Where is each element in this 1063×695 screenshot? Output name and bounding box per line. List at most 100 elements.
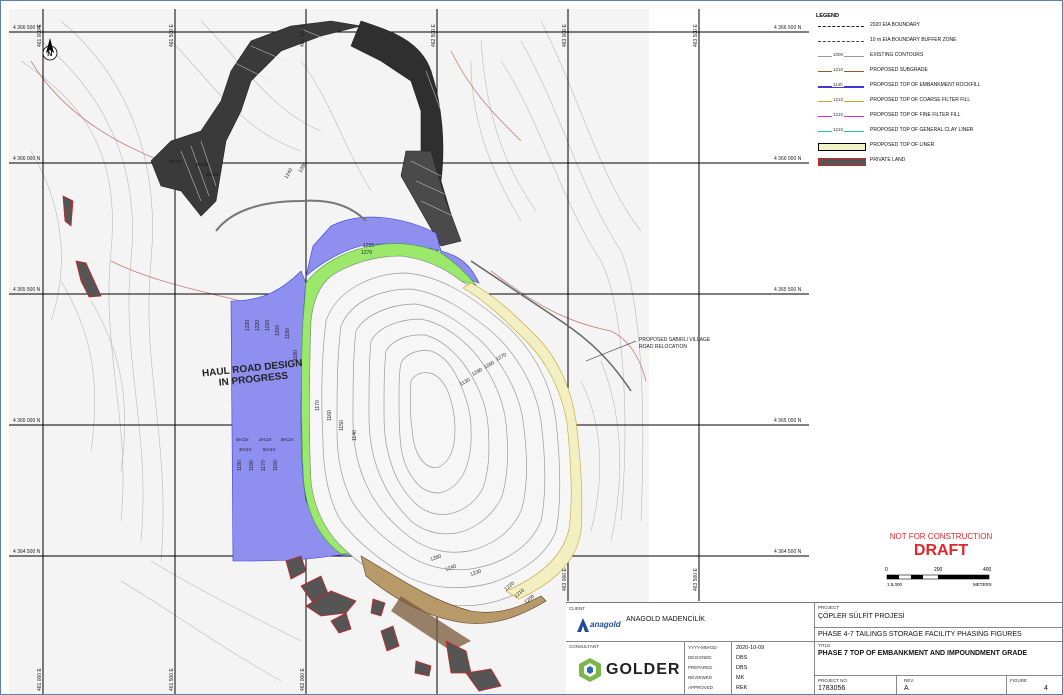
legend-label: PROPOSED TOP OF COARSE FILTER FILL (870, 97, 971, 103)
contour-label: 1220 (255, 320, 261, 331)
contour-label: 1210 (265, 320, 271, 331)
northing-label: 4 366 500 N (774, 25, 802, 31)
legend-contour-number: 1210 (832, 112, 845, 117)
easting-label: 463 000 E (562, 24, 568, 47)
contour-label: 1170 (261, 460, 267, 471)
designed-label: DESIGNED (688, 655, 712, 660)
contour-label: 1270 (361, 250, 372, 256)
northing-label: 4 365 500 N (774, 287, 802, 293)
legend-title: LEGEND (816, 13, 839, 19)
legend-item: 1210 PROPOSED TOP OF COARSE FILTER FILL (816, 96, 1056, 106)
northing-label: 4 365 000 N (13, 418, 41, 424)
legend-symbol: 1210 (818, 112, 864, 119)
easting-label: 461 000 E (37, 668, 43, 691)
slope-label: 5H:1V (236, 437, 249, 442)
northing-label: 4 364 500 N (13, 549, 41, 555)
legend-symbol (818, 143, 866, 151)
title-block: CLIENT anagold ANAGOLD MADENCİLİK CONSUL… (566, 602, 1062, 694)
contour-label: 1140 (352, 430, 358, 441)
drawing-title: PHASE 7 TOP OF EMBANKMENT AND IMPOUNDMEN… (818, 650, 1028, 657)
contour-label: 1200 (275, 325, 281, 336)
legend-item: 1000 EXISTING CONTOURS (816, 51, 1056, 61)
contour-label: 1190 (237, 460, 243, 471)
legend-item: 10 m EIA BOUNDARY BUFFER ZONE (816, 36, 1056, 46)
contour-label: 1230 (245, 320, 251, 331)
svg-text:N: N (47, 51, 52, 58)
golder-logo-icon (579, 658, 601, 682)
contour-label: 1160 (327, 410, 333, 421)
easting-label: 462 000 E (300, 668, 306, 691)
prepared-label: PREPARED (688, 665, 713, 670)
legend-item: 1210 PROPOSED TOP OF GENERAL CLAY LINER (816, 126, 1056, 136)
approved-value: REK (736, 685, 748, 691)
legend-label: PROPOSED TOP OF EMBANKMENT ROCKFILL (870, 82, 981, 88)
legend-symbol (818, 23, 864, 29)
legend: LEGEND 2020 EIA BOUNDARY 10 m EIA BOUNDAR… (812, 11, 1059, 171)
prepared-value: DBS (736, 665, 748, 671)
slope-label: 5H:1V (263, 447, 276, 452)
legend-item: 1210 PROPOSED SUBGRADE (816, 66, 1056, 76)
scale-bar: 0 200 400 1:5,000 METERS (885, 567, 995, 593)
drawing-sheet: N 1260 1270 1280 1240 1230 1220 1210 1200 1190 11… (0, 0, 1063, 695)
contour-label: 1150 (339, 420, 345, 431)
legend-item: PROPOSED TOP OF LINER (816, 141, 1056, 151)
legend-item: 2020 EIA BOUNDARY (816, 21, 1056, 31)
legend-item: 1210 PROPOSED TOP OF FINE FILTER FILL (816, 111, 1056, 121)
northing-label: 4 365 500 N (13, 287, 41, 293)
easting-label: 462 000 E (300, 24, 306, 47)
project-label: PROJECT (818, 605, 840, 610)
anagold-logo-icon (577, 618, 589, 632)
rev-label: REV. (904, 678, 915, 683)
legend-item: 1140 PROPOSED TOP OF EMBANKMENT ROCKFILL (816, 81, 1056, 91)
figure-label: FIGURE (1010, 678, 1028, 683)
approved-label: APPROVED (688, 685, 714, 690)
client-label: CLIENT (569, 606, 586, 611)
legend-contour-number: 1140 (832, 82, 844, 87)
title-label: TITLE (818, 643, 831, 648)
slope-label: 2H:1V (169, 159, 182, 164)
contour-label: 1180 (249, 460, 255, 471)
contour-label: 1160 (273, 460, 279, 471)
scale-tick-0: 0 (885, 567, 888, 573)
legend-symbol: 1210 (818, 67, 864, 74)
legend-symbol: 1000 (818, 52, 864, 59)
northing-label: 4 365 000 N (774, 418, 802, 424)
reviewed-value: MK (736, 675, 745, 681)
golder-logo-text: GOLDER (606, 661, 681, 678)
legend-label: PROPOSED TOP OF FINE FILTER FILL (870, 112, 961, 118)
legend-contour-number: 1000 (832, 52, 845, 57)
scale-unit: METERS (973, 582, 992, 587)
scale-ratio: 1:5,000 (887, 582, 903, 587)
anagold-logo-text: anagold (590, 620, 621, 629)
project-no-label: PROJECT NO. (818, 678, 849, 683)
contour-label: 1190 (285, 328, 291, 339)
legend-label: PROPOSED TOP OF GENERAL CLAY LINER (870, 127, 974, 133)
road-relocation-note: PROPOSED SABIRLI VILLAGE ROAD RELOCATION (639, 337, 710, 351)
northing-label: 4 366 000 N (13, 156, 41, 162)
anagold-logo: anagold (576, 617, 621, 635)
legend-item: PRIVATE LAND (816, 156, 1056, 166)
legend-contour-number: 1210 (832, 97, 845, 102)
legend-label: EXISTING CONTOURS (870, 52, 924, 58)
draft-stamp: DRAFT (913, 542, 969, 559)
date-value: 2020-10-09 (736, 645, 765, 651)
legend-symbol: 1210 (818, 97, 864, 104)
reviewed-label: REVIEWED (688, 675, 713, 680)
legend-contour-number: 1210 (832, 67, 845, 72)
project-no-value: 1783056 (818, 685, 846, 692)
easting-label: 463 500 E (693, 24, 699, 47)
legend-symbol (818, 158, 866, 166)
legend-label: 10 m EIA BOUNDARY BUFFER ZONE (870, 37, 957, 43)
slope-label: 2H:1V (206, 172, 219, 177)
slope-label: 5H:1V (196, 162, 209, 167)
designed-value: DBS (736, 655, 748, 661)
legend-symbol: 1210 (818, 127, 864, 134)
date-label: YYYY-MM-DD (688, 645, 717, 650)
contour-label: 1170 (315, 400, 321, 411)
project-subtitle: PHASE 4-7 TAILINGS STORAGE FACILITY PHAS… (818, 631, 1022, 638)
scale-tick-200: 200 (934, 567, 943, 573)
easting-label: 461 000 E (37, 24, 43, 47)
easting-label: 461 500 E (169, 24, 175, 47)
slope-label: 5H:1V (281, 437, 294, 442)
consultant-label: CONSULTANT (569, 644, 599, 649)
